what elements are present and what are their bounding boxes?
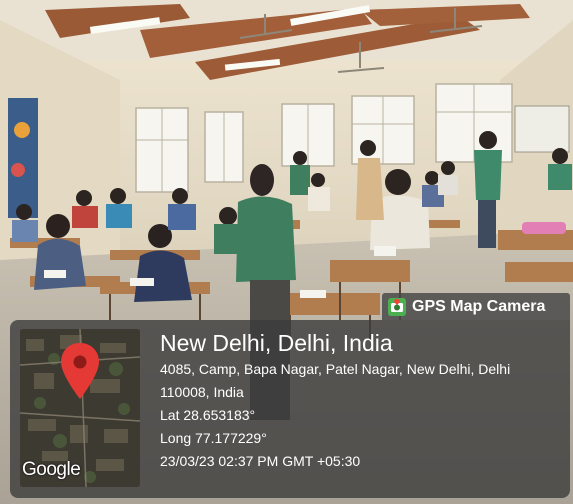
gps-map-camera-badge: GPS Map Camera	[382, 293, 570, 320]
photo-frame: GPS Map Camera Google New Delhi, Delhi, …	[0, 0, 573, 504]
address-line-1: 4085, Camp, Bapa Nagar, Patel Nagar, New…	[160, 361, 511, 377]
place-title: New Delhi, Delhi, India	[160, 330, 393, 356]
address-line-2: 110008, India	[160, 384, 244, 400]
google-logo: Google	[22, 459, 81, 480]
datetime: 23/03/23 02:37 PM GMT +05:30	[160, 453, 361, 469]
latitude: Lat 28.653183°	[160, 407, 256, 423]
map-thumbnail: Google	[20, 329, 140, 487]
camera-location-icon	[386, 296, 408, 318]
longitude: Long 77.177229°	[160, 430, 267, 446]
location-text: New Delhi, Delhi, India 4085, Camp, Bapa…	[160, 328, 510, 473]
location-info-panel: Google New Delhi, Delhi, India 4085, Cam…	[10, 320, 570, 498]
badge-label: GPS Map Camera	[412, 297, 546, 315]
